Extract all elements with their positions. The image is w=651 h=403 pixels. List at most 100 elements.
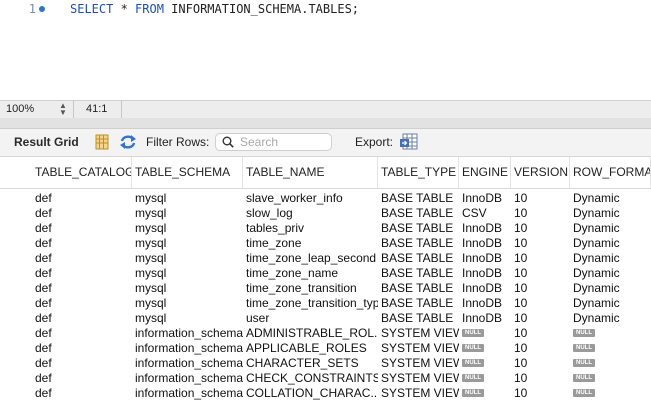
cell-table-name[interactable]: time_zone	[243, 236, 378, 251]
column-header-row-format[interactable]: ROW_FORMAT	[570, 157, 651, 188]
cell-table-catalog[interactable]: def	[32, 266, 132, 281]
cell-table-type[interactable]: BASE TABLE	[378, 191, 459, 206]
cell-table-schema[interactable]: information_schema	[132, 341, 243, 356]
table-row[interactable]: def mysql time_zone_transition BASE TABLE In…	[0, 281, 651, 296]
cell-version[interactable]: 10	[511, 371, 570, 386]
cell-version[interactable]: 10	[511, 341, 570, 356]
cell-engine[interactable]: InnoDB	[459, 296, 511, 311]
cell-table-name[interactable]: CHARACTER_SETS	[243, 356, 378, 371]
cell-table-schema[interactable]: mysql	[132, 281, 243, 296]
cell-null[interactable]: NULL	[459, 341, 511, 356]
cell-engine[interactable]: InnoDB	[459, 266, 511, 281]
cell-table-name[interactable]: time_zone_transition	[243, 281, 378, 296]
cell-table-catalog[interactable]: def	[32, 371, 132, 386]
column-header-table-schema[interactable]: TABLE_SCHEMA	[132, 157, 243, 188]
cell-null[interactable]: NULL	[459, 386, 511, 401]
cell-table-catalog[interactable]: def	[32, 251, 132, 266]
table-row[interactable]: def mysql time_zone_name BASE TABLE InnoDB 10…	[0, 266, 651, 281]
cell-table-schema[interactable]: mysql	[132, 311, 243, 326]
cell-table-name[interactable]: CHECK_CONSTRAINTS	[243, 371, 378, 386]
cell-table-name[interactable]: tables_priv	[243, 221, 378, 236]
column-header-table-name[interactable]: TABLE_NAME	[243, 157, 378, 188]
table-row[interactable]: def mysql time_zone_leap_second BASE TABLE I…	[0, 251, 651, 266]
cell-table-schema[interactable]: mysql	[132, 206, 243, 221]
result-grid[interactable]: TABLE_CATALOG TABLE_SCHEMA TABLE_NAME TABLE…	[0, 157, 651, 403]
cell-row-format[interactable]: Dynamic	[570, 221, 651, 236]
cell-row-format[interactable]: Dynamic	[570, 296, 651, 311]
cell-row-format[interactable]: Dynamic	[570, 236, 651, 251]
table-row[interactable]: def information_schema APPLICABLE_ROLES SYS…	[0, 341, 651, 356]
cell-table-type[interactable]: BASE TABLE	[378, 221, 459, 236]
cell-table-type[interactable]: BASE TABLE	[378, 296, 459, 311]
cell-table-schema[interactable]: mysql	[132, 296, 243, 311]
table-row[interactable]: def mysql tables_priv BASE TABLE InnoDB 10 Dyn…	[0, 221, 651, 236]
cell-row-format[interactable]: Dynamic	[570, 311, 651, 326]
cell-version[interactable]: 10	[511, 311, 570, 326]
cell-table-name[interactable]: ADMINISTRABLE_ROL...	[243, 326, 378, 341]
cell-table-type[interactable]: SYSTEM VIEW	[378, 326, 459, 341]
cell-table-catalog[interactable]: def	[32, 386, 132, 401]
cell-table-type[interactable]: BASE TABLE	[378, 266, 459, 281]
column-header-table-catalog[interactable]: TABLE_CATALOG	[32, 157, 132, 188]
cell-version[interactable]: 10	[511, 206, 570, 221]
cell-null[interactable]: NULL	[459, 356, 511, 371]
cell-table-name[interactable]: slow_log	[243, 206, 378, 221]
zoom-level[interactable]: 100%	[6, 103, 34, 115]
cell-table-catalog[interactable]: def	[32, 191, 132, 206]
cell-row-format[interactable]: Dynamic	[570, 191, 651, 206]
cell-table-name[interactable]: time_zone_leap_second	[243, 251, 378, 266]
column-header-table-type[interactable]: TABLE_TYPE	[378, 157, 459, 188]
cell-table-type[interactable]: BASE TABLE	[378, 206, 459, 221]
cell-version[interactable]: 10	[511, 386, 570, 401]
cell-engine[interactable]: InnoDB	[459, 311, 511, 326]
cell-row-format[interactable]: Dynamic	[570, 266, 651, 281]
cell-table-type[interactable]: SYSTEM VIEW	[378, 356, 459, 371]
cell-table-catalog[interactable]: def	[32, 326, 132, 341]
cell-version[interactable]: 10	[511, 236, 570, 251]
refresh-icon[interactable]	[119, 133, 137, 151]
cell-table-catalog[interactable]: def	[32, 356, 132, 371]
cell-engine[interactable]: InnoDB	[459, 221, 511, 236]
sql-editor[interactable]: 1 SELECT * FROM INFORMATION_SCHEMA.TABLE…	[0, 0, 651, 100]
cell-table-schema[interactable]: information_schema	[132, 326, 243, 341]
cell-table-name[interactable]: APPLICABLE_ROLES	[243, 341, 378, 356]
cell-table-schema[interactable]: mysql	[132, 266, 243, 281]
column-header-engine[interactable]: ENGINE	[459, 157, 511, 188]
cell-table-type[interactable]: BASE TABLE	[378, 236, 459, 251]
cell-table-schema[interactable]: mysql	[132, 236, 243, 251]
cell-table-schema[interactable]: information_schema	[132, 371, 243, 386]
cell-version[interactable]: 10	[511, 281, 570, 296]
cell-table-schema[interactable]: information_schema	[132, 386, 243, 401]
cell-row-format[interactable]: Dynamic	[570, 206, 651, 221]
cell-null[interactable]: NULL	[459, 326, 511, 341]
cell-table-type[interactable]: BASE TABLE	[378, 311, 459, 326]
cell-table-type[interactable]: BASE TABLE	[378, 281, 459, 296]
cell-table-catalog[interactable]: def	[32, 341, 132, 356]
cell-version[interactable]: 10	[511, 191, 570, 206]
cell-version[interactable]: 10	[511, 221, 570, 236]
cell-table-type[interactable]: SYSTEM VIEW	[378, 371, 459, 386]
form-editor-icon[interactable]	[94, 133, 110, 151]
table-row[interactable]: def mysql slow_log BASE TABLE CSV 10 Dynamic	[0, 206, 651, 221]
cell-null[interactable]: NULL	[570, 356, 651, 371]
cell-version[interactable]: 10	[511, 251, 570, 266]
cell-null[interactable]: NULL	[570, 386, 651, 401]
cell-table-schema[interactable]: information_schema	[132, 356, 243, 371]
filter-search-box[interactable]	[215, 133, 332, 151]
cell-version[interactable]: 10	[511, 266, 570, 281]
cell-table-name[interactable]: COLLATION_CHARAC...	[243, 386, 378, 401]
cell-engine[interactable]: InnoDB	[459, 236, 511, 251]
table-row[interactable]: def information_schema COLLATION_CHARAC...…	[0, 386, 651, 401]
cell-engine[interactable]: InnoDB	[459, 191, 511, 206]
cell-table-catalog[interactable]: def	[32, 206, 132, 221]
table-row[interactable]: def mysql user BASE TABLE InnoDB 10 Dynamic	[0, 311, 651, 326]
zoom-stepper-icon[interactable]: ▲ ▼	[58, 102, 68, 117]
cell-table-type[interactable]: SYSTEM VIEW	[378, 341, 459, 356]
cell-version[interactable]: 10	[511, 326, 570, 341]
cell-null[interactable]: NULL	[459, 371, 511, 386]
cell-row-format[interactable]: Dynamic	[570, 251, 651, 266]
table-row[interactable]: def mysql time_zone_transition_type BASE TA…	[0, 296, 651, 311]
export-icon[interactable]	[399, 133, 419, 151]
table-row[interactable]: def information_schema ADMINISTRABLE_ROL..…	[0, 326, 651, 341]
filter-search-input[interactable]	[240, 135, 328, 149]
